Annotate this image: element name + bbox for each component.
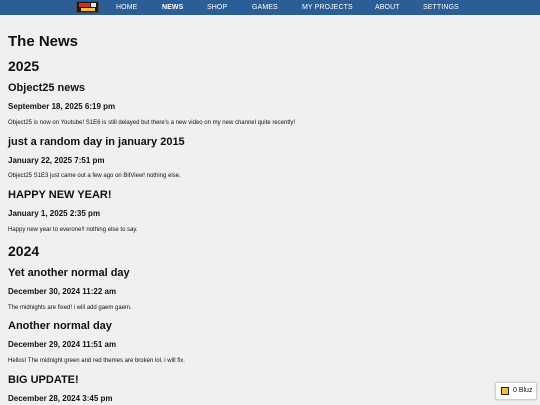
logo-mark-red — [79, 3, 90, 7]
post-date: January 22, 2025 7:51 pm — [8, 156, 105, 165]
post-body: Happy new year to everone!! nothing else… — [8, 227, 138, 233]
nav-shop[interactable]: SHOP — [207, 0, 227, 15]
top-nav-bar: HOME NEWS SHOP GAMES MY PROJECTS ABOUT S… — [0, 0, 540, 15]
nav-about[interactable]: ABOUT — [375, 0, 400, 15]
post-date: January 1, 2025 2:35 pm — [8, 209, 101, 218]
post-title: BIG UPDATE! — [8, 374, 79, 386]
nav-games[interactable]: GAMES — [252, 0, 278, 15]
coin-icon — [501, 387, 509, 395]
post-body: The midnights are fixed! i will add gaem… — [8, 305, 132, 311]
post-title: Another normal day — [8, 320, 112, 332]
post-date: December 29, 2024 11:51 am — [8, 340, 117, 349]
post-body: Object25 is now on Youtube! S1E6 is stil… — [8, 120, 295, 126]
bluz-balance-label: 0 Bluz — [513, 387, 533, 394]
post-date: September 18, 2025 6:19 pm — [8, 102, 116, 111]
post-body: Object25 S1E3 just came out a few ago on… — [8, 173, 181, 179]
nav-home[interactable]: HOME — [116, 0, 137, 15]
year-heading-2024: 2024 — [8, 243, 40, 259]
logo-mark-yellow — [81, 8, 95, 11]
page-title: The News — [8, 33, 79, 50]
nav-my-projects[interactable]: MY PROJECTS — [302, 0, 353, 15]
nav-news[interactable]: NEWS — [162, 0, 183, 15]
logo-mark-white — [91, 3, 96, 7]
site-logo[interactable] — [76, 1, 99, 13]
post-date: December 30, 2024 11:22 am — [8, 287, 117, 296]
year-heading-2025: 2025 — [8, 58, 40, 74]
post-date: December 28, 2024 3:45 pm — [8, 394, 113, 403]
nav-settings[interactable]: SETTINGS — [423, 0, 459, 15]
post-body: Hellos! The midnight green and red theme… — [8, 358, 185, 364]
post-title: HAPPY NEW YEAR! — [8, 189, 112, 201]
post-title: just a random day in january 2015 — [8, 136, 185, 148]
bluz-balance-widget[interactable]: 0 Bluz — [495, 382, 537, 400]
post-title: Object25 news — [8, 82, 86, 94]
post-title: Yet another normal day — [8, 267, 130, 279]
